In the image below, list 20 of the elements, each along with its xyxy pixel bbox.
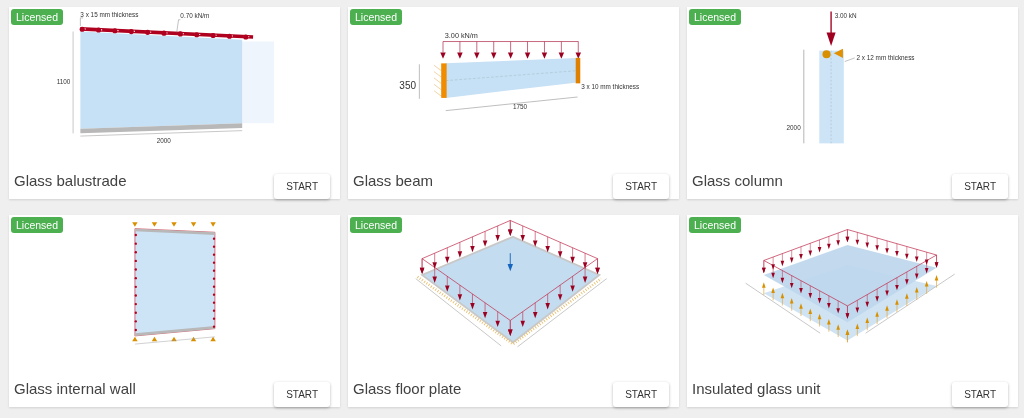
licensed-badge: Licensed [11,9,64,25]
start-button[interactable]: START [274,382,330,407]
licensed-badge: Licensed [689,217,742,233]
licensed-badge: Licensed [350,9,403,25]
start-button[interactable]: START [613,174,669,199]
card-title: Glass floor plate [353,380,462,397]
card-title: Glass beam [353,172,434,189]
card-title: Insulated glass unit [692,380,821,397]
start-button[interactable]: START [952,174,1008,199]
start-button[interactable]: START [274,174,330,199]
card-title: Glass balustrade [14,172,127,189]
start-button[interactable]: START [613,382,669,407]
licensed-badge: Licensed [11,217,64,233]
dimension-label: 350 [399,79,417,91]
card-title: Glass internal wall [14,380,136,397]
card-title: Glass column [692,172,783,189]
licensed-badge: Licensed [350,217,403,233]
dimension-label: 3.00 kN/m [444,30,478,40]
start-button[interactable]: START [952,382,1008,407]
licensed-badge: Licensed [689,9,742,25]
